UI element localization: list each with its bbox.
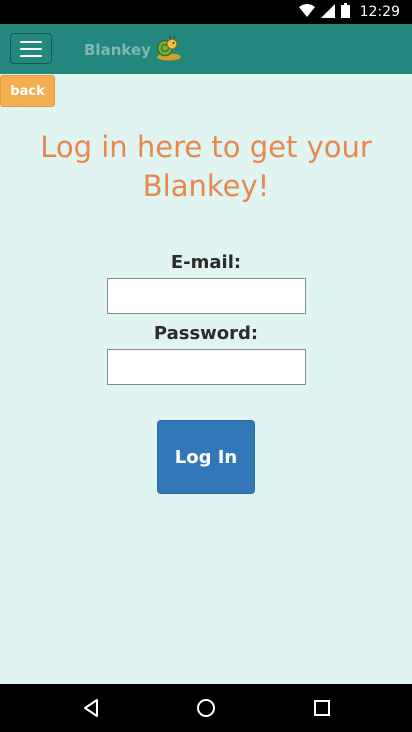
brand-logo[interactable]: Blankey <box>84 34 183 66</box>
brand-name: Blankey <box>84 41 151 59</box>
snail-logo-icon <box>155 34 183 66</box>
navigation-bar <box>0 684 412 732</box>
page-title: Log in here to get your Blankey! <box>40 130 372 203</box>
password-label: Password: <box>153 323 259 344</box>
hamburger-icon <box>20 40 42 43</box>
app-bar: Blankey <box>0 24 412 74</box>
status-icons: 12:29 <box>298 2 400 22</box>
status-time: 12:29 <box>359 4 400 20</box>
back-button[interactable]: back <box>0 75 55 107</box>
wifi-icon <box>298 3 315 22</box>
signal-icon <box>320 3 335 22</box>
hamburger-icon <box>20 47 42 50</box>
hamburger-icon <box>20 54 42 57</box>
home-circle-icon[interactable] <box>194 696 218 720</box>
battery-icon <box>340 2 350 22</box>
login-button[interactable]: Log In <box>157 420 255 494</box>
email-field[interactable] <box>107 278 306 314</box>
password-field[interactable] <box>107 349 306 385</box>
menu-button[interactable] <box>10 33 52 64</box>
status-bar: 12:29 <box>0 0 412 24</box>
back-triangle-icon[interactable] <box>79 696 103 720</box>
email-label: E-mail: <box>170 252 242 273</box>
recents-square-icon[interactable] <box>310 696 334 720</box>
